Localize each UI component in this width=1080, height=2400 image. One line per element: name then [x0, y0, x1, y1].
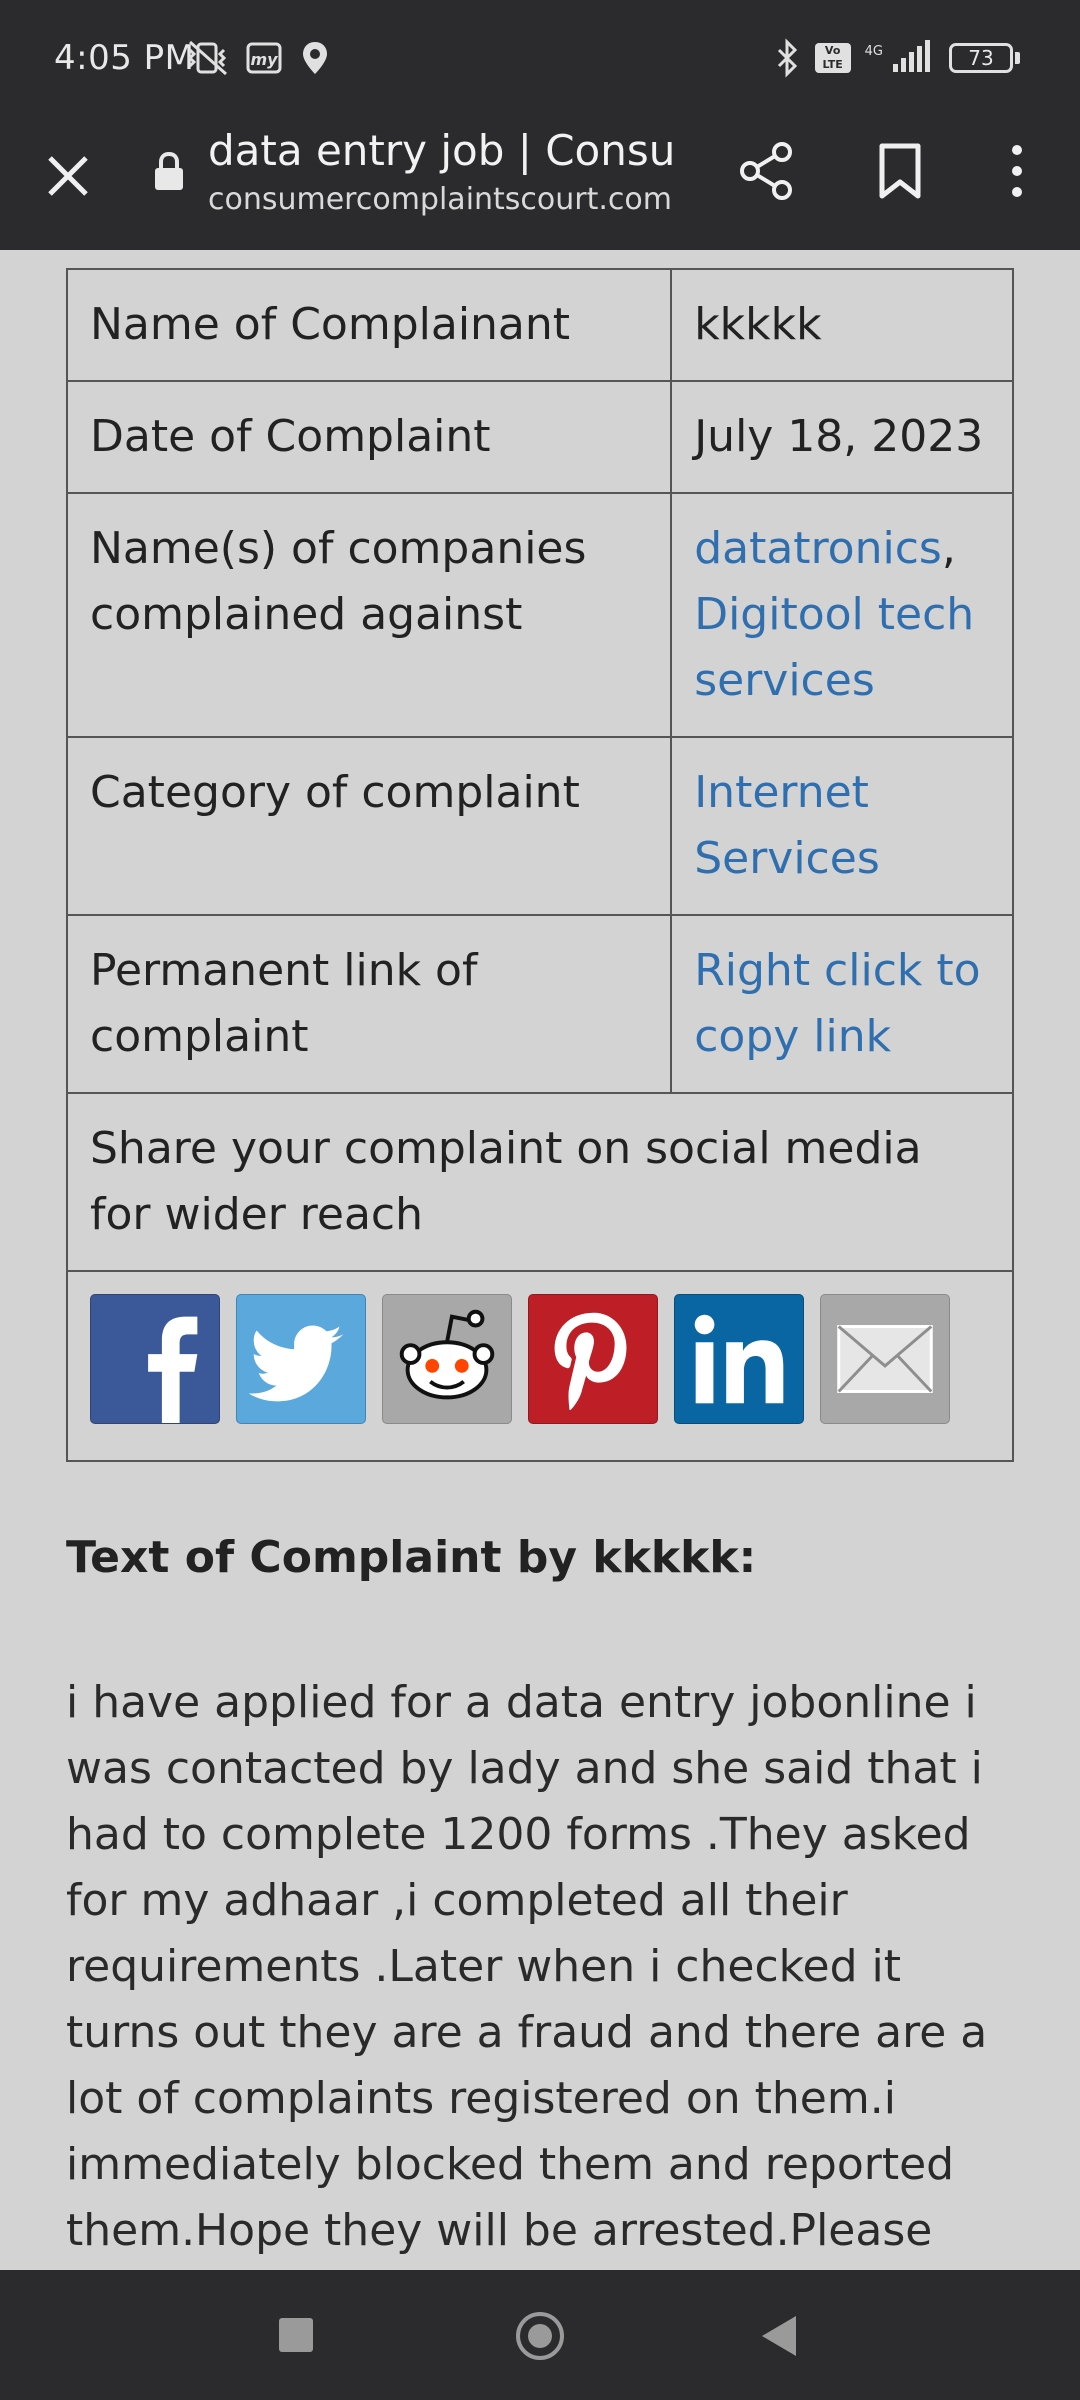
complaint-date: July 18, 2023 [670, 380, 1014, 494]
status-time: 4:05 PM [54, 38, 195, 78]
row-label: Permanent link of complaint [65, 914, 673, 1094]
twitter-share-button[interactable] [236, 1294, 366, 1424]
table-row: Category of complaint Internet Services [65, 736, 1014, 916]
table-row: Date of Complaint July 18, 2023 [65, 380, 1014, 494]
social-share-cell [66, 1270, 1014, 1462]
page-url[interactable]: consumercomplaintscourt.com [208, 182, 672, 217]
category-link[interactable]: Internet Services [694, 767, 880, 884]
close-icon[interactable] [40, 148, 96, 204]
row-label: Category of complaint [65, 736, 673, 916]
reddit-share-button[interactable] [382, 1294, 512, 1424]
table-row: Share your complaint on social media for… [66, 1092, 1014, 1272]
row-label: Name(s) of companies complained against [65, 492, 673, 738]
lock-icon[interactable] [152, 150, 186, 194]
row-label: Name of Complainant [65, 268, 673, 382]
signal-icon [893, 40, 930, 72]
social-buttons [90, 1294, 990, 1424]
email-share-button[interactable] [820, 1294, 950, 1424]
category-cell: Internet Services [670, 736, 1014, 916]
facebook-share-button[interactable] [90, 1294, 220, 1424]
navigation-bar [0, 2270, 1080, 2400]
share-text: Share your complaint on social media for… [66, 1092, 1014, 1272]
home-icon [528, 2324, 552, 2348]
share-icon[interactable] [738, 140, 794, 202]
twitter-icon [248, 1325, 344, 1402]
reddit-icon [399, 1309, 495, 1400]
recent-apps-button[interactable] [279, 2318, 313, 2352]
complaint-text: i have applied for a data entry jobonlin… [66, 1677, 988, 2256]
complaint-info-table: Name of Complainant kkkkk Date of Compla… [65, 268, 1014, 1462]
status-icons-right: Vo LTE 4G 73 [775, 38, 1020, 78]
status-icons-left: my [186, 38, 332, 78]
volte-icon: Vo LTE [814, 43, 851, 73]
browser-toolbar: data entry job | Consu… consumercomplain… [0, 118, 1080, 250]
linkedin-share-button[interactable] [674, 1294, 804, 1424]
pinterest-icon [554, 1312, 627, 1410]
facebook-icon [148, 1316, 198, 1423]
bluetooth-icon [777, 38, 797, 78]
company-link-digitool[interactable]: Digitool tech services [694, 589, 974, 706]
location-icon [303, 42, 327, 74]
myjio-icon: my [246, 42, 282, 74]
bookmark-icon[interactable] [872, 142, 928, 200]
page-title[interactable]: data entry job | Consu… [208, 126, 678, 175]
network-type: 4G [864, 43, 883, 59]
email-icon [837, 1325, 933, 1393]
back-button[interactable] [762, 2316, 796, 2356]
company-link-datatronics[interactable]: datatronics [694, 523, 942, 574]
page-content: Name of Complainant kkkkk Date of Compla… [0, 250, 1080, 2270]
table-row: Name of Complainant kkkkk [65, 268, 1014, 382]
linkedin-icon [694, 1314, 784, 1404]
status-bar: 4:05 PM my Vo LTE 4G 73 [0, 0, 1080, 118]
complaint-heading: Text of Complaint by kkkkk: [66, 1532, 757, 1583]
companies-cell: datatronics, Digitool tech services [670, 492, 1014, 738]
table-row: Name(s) of companies complained against … [65, 492, 1014, 738]
social-share-row [66, 1270, 1014, 1462]
permalink-cell: Right click to copy link [670, 914, 1014, 1094]
pinterest-share-button[interactable] [528, 1294, 658, 1424]
more-vert-icon[interactable] [1000, 140, 1034, 202]
svg-text:my: my [250, 50, 278, 69]
complainant-name: kkkkk [670, 268, 1014, 382]
vibrate-off-icon [187, 40, 227, 76]
permalink-link[interactable]: Right click to copy link [694, 945, 980, 1062]
battery-level: 73 [949, 43, 1013, 73]
row-label: Date of Complaint [65, 380, 673, 494]
table-row: Permanent link of complaint Right click … [65, 914, 1014, 1094]
battery-icon: 73 [949, 43, 1020, 73]
company-separator: , [941, 523, 956, 574]
home-button[interactable] [516, 2312, 564, 2360]
